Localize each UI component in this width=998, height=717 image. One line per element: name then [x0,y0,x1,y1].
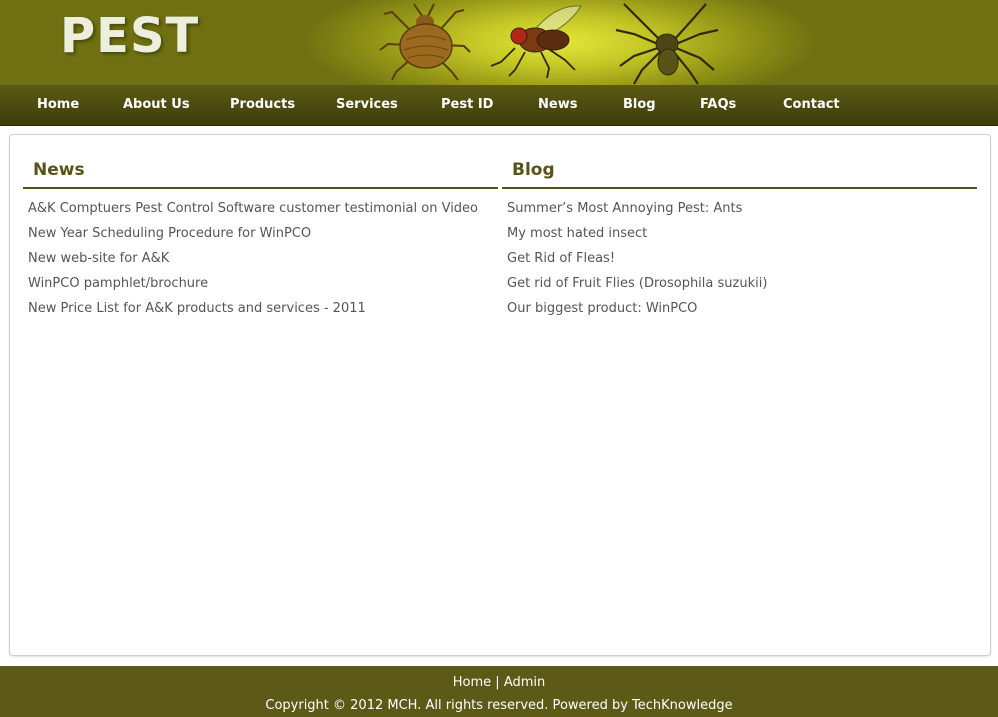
news-item[interactable]: WinPCO pamphlet/brochure [23,272,498,297]
news-item[interactable]: New web-site for A&K [23,247,498,272]
news-item[interactable]: A&K Comptuers Pest Control Software cust… [23,197,498,222]
news-section: News A&K Comptuers Pest Control Software… [23,157,498,322]
blog-item[interactable]: Get Rid of Fleas! [502,247,977,272]
site-footer: Home | Admin Copyright © 2012 MCH. All r… [0,666,998,717]
blog-item[interactable]: Our biggest product: WinPCO [502,297,977,322]
blog-item[interactable]: Summer’s Most Annoying Pest: Ants [502,197,977,222]
fly-image [490,5,582,79]
blog-section: Blog Summer’s Most Annoying Pest: Ants M… [502,157,977,322]
nav-faqs[interactable]: FAQs [700,85,736,125]
site-header: PEST [0,0,998,85]
main-nav: Home About Us Products Services Pest ID … [0,85,998,126]
spider-image [615,3,719,85]
nav-home[interactable]: Home [37,85,79,125]
nav-about-us[interactable]: About Us [123,85,190,125]
copyright-text: Copyright © 2012 MCH. All rights reserve… [265,698,733,713]
news-heading: News [23,157,498,189]
news-item[interactable]: New Price List for A&K products and serv… [23,297,498,322]
main-content: News A&K Comptuers Pest Control Software… [9,134,991,656]
news-list: A&K Comptuers Pest Control Software cust… [23,197,498,322]
blog-list: Summer’s Most Annoying Pest: Ants My mos… [502,197,977,322]
blog-item[interactable]: Get rid of Fruit Flies (Drosophila suzuk… [502,272,977,297]
nav-news[interactable]: News [538,85,577,125]
footer-separator: | [495,675,500,690]
nav-pest-id[interactable]: Pest ID [441,85,493,125]
bedbug-image [379,3,471,81]
site-logo[interactable]: PEST [60,8,199,64]
blog-heading: Blog [502,157,977,189]
footer-home-link[interactable]: Home [453,675,491,690]
nav-blog[interactable]: Blog [623,85,656,125]
nav-services[interactable]: Services [336,85,398,125]
nav-products[interactable]: Products [230,85,295,125]
blog-item[interactable]: My most hated insect [502,222,977,247]
footer-links: Home | Admin [0,675,998,690]
nav-contact[interactable]: Contact [783,85,840,125]
footer-admin-link[interactable]: Admin [504,675,545,690]
news-item[interactable]: New Year Scheduling Procedure for WinPCO [23,222,498,247]
